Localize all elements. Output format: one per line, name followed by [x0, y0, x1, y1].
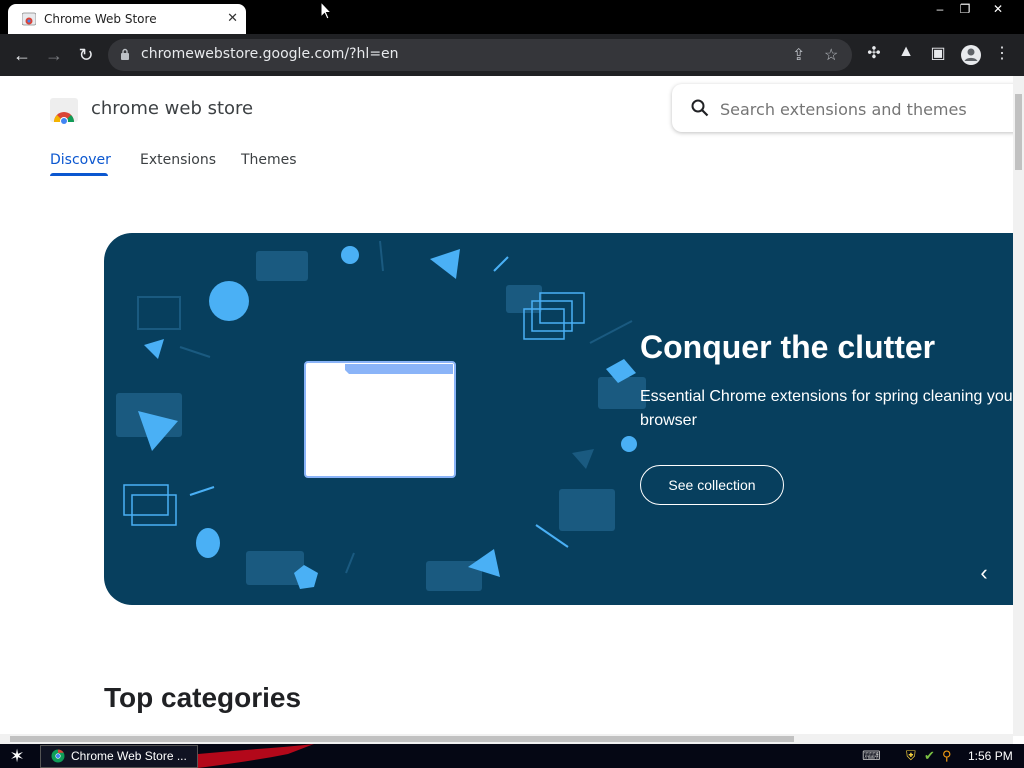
horizontal-scrollbar[interactable] [0, 734, 1013, 744]
hero-banner: Conquer the clutter Essential Chrome ext… [104, 233, 1013, 605]
wallpaper-fragment [198, 744, 314, 768]
labs-flask-icon[interactable]: ▲ [894, 43, 918, 61]
search-tray-icon[interactable]: ⚲ [942, 748, 952, 764]
folder-icon [304, 361, 456, 478]
page-content: chrome web store Discover Extensions The… [0, 76, 1013, 736]
profile-avatar-icon[interactable] [960, 44, 982, 66]
shield-tray-icon[interactable]: ⛨ [906, 748, 916, 764]
share-icon[interactable]: ⇪ [792, 45, 805, 65]
forward-icon[interactable]: → [42, 43, 66, 67]
taskbar: ✶ Chrome Web Store ... ⌨ ⛨ ✔ ⚲ 1:56 PM [0, 744, 1024, 768]
url-text[interactable]: chromewebstore.google.com/?hl=en [141, 46, 399, 62]
tab-extensions[interactable]: Extensions [140, 152, 216, 168]
taskbar-clock: 1:56 PM [968, 749, 1013, 763]
search-input[interactable] [718, 96, 1012, 122]
vertical-scrollbar[interactable] [1013, 76, 1024, 736]
see-collection-button[interactable]: See collection [640, 465, 784, 505]
top-categories-heading: Top categories [104, 682, 302, 713]
tab-themes[interactable]: Themes [241, 152, 297, 168]
side-panel-icon[interactable]: ▣ [926, 43, 950, 63]
taskbar-item-chrome[interactable]: Chrome Web Store ... [40, 745, 198, 768]
search-box[interactable] [672, 84, 1013, 132]
keyboard-tray-icon[interactable]: ⌨ [862, 748, 881, 764]
network-tray-icon[interactable]: ✔ [924, 748, 935, 764]
restore-button[interactable]: ❐ [950, 0, 980, 18]
tab-close-icon[interactable]: ✕ [227, 10, 238, 26]
browser-toolbar: ← → ↻ chromewebstore.google.com/?hl=en ⇪… [0, 34, 1024, 76]
mouse-cursor-icon [320, 1, 332, 20]
vertical-scroll-thumb[interactable] [1015, 94, 1022, 170]
hero-title: Conquer the clutter [640, 329, 936, 365]
chrome-web-store-logo [50, 98, 78, 124]
horizontal-scroll-thumb[interactable] [10, 736, 794, 742]
close-window-button[interactable]: ✕ [983, 0, 1013, 18]
start-menu-icon[interactable]: ✶ [6, 746, 28, 766]
lock-icon [121, 48, 129, 60]
chrome-icon [51, 749, 65, 763]
taskbar-item-label: Chrome Web Store ... [71, 749, 187, 763]
back-icon[interactable]: ← [10, 43, 34, 67]
store-name: chrome web store [91, 98, 254, 119]
extensions-puzzle-icon[interactable]: ✣ [862, 43, 886, 63]
reload-icon[interactable]: ↻ [74, 43, 98, 67]
bookmark-star-icon[interactable]: ☆ [824, 45, 838, 65]
hero-description: Essential Chrome extensions for spring c… [640, 388, 1013, 429]
search-icon [691, 99, 709, 117]
carousel-prev-icon[interactable]: ‹ [970, 559, 998, 587]
menu-kebab-icon[interactable]: ⋮ [990, 43, 1014, 63]
title-bar: Chrome Web Store ✕ ‒ ❐ ✕ [0, 0, 1024, 34]
tab-discover[interactable]: Discover [50, 152, 111, 168]
tab-title: Chrome Web Store [44, 12, 157, 26]
browser-tab[interactable]: Chrome Web Store ✕ [8, 4, 246, 34]
chrome-web-store-favicon [22, 12, 36, 26]
address-bar[interactable]: chromewebstore.google.com/?hl=en ⇪ ☆ [108, 39, 852, 71]
active-tab-indicator [50, 173, 108, 176]
